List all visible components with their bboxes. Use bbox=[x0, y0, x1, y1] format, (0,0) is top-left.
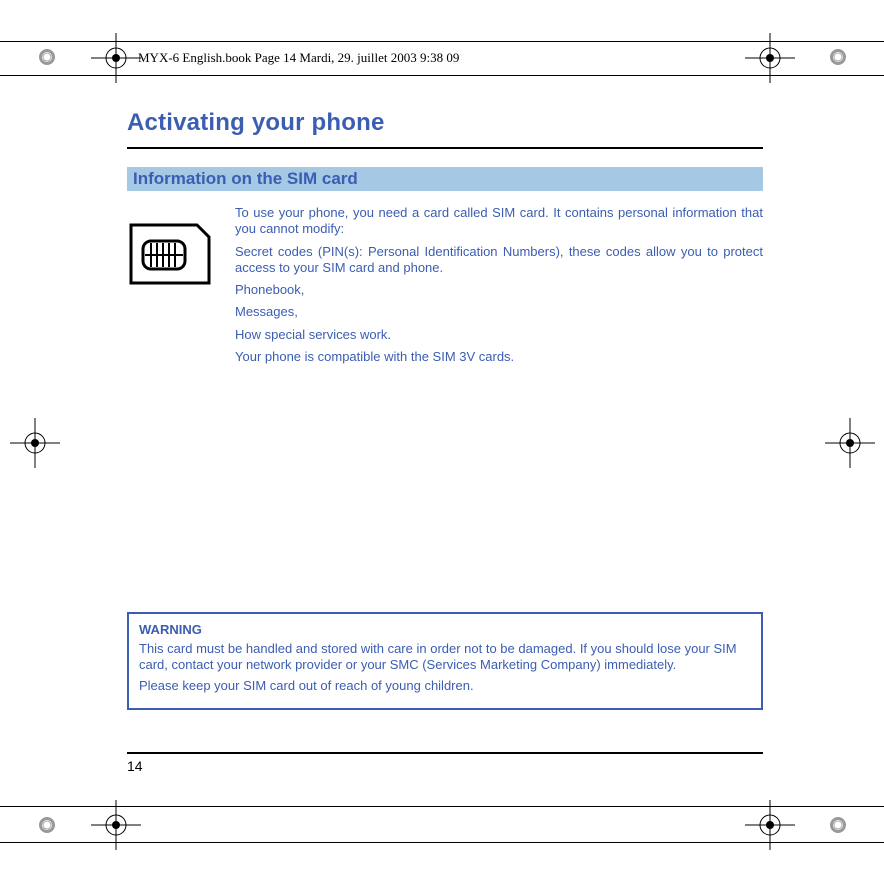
warning-paragraph: This card must be handled and stored wit… bbox=[139, 641, 751, 674]
body-paragraph: Secret codes (PIN(s): Personal Identific… bbox=[235, 244, 763, 277]
warning-box: WARNING This card must be handled and st… bbox=[127, 612, 763, 710]
page-content: Activating your phone Information on the… bbox=[127, 109, 763, 371]
crop-mark-icon bbox=[745, 800, 795, 850]
warning-paragraph: Please keep your SIM card out of reach o… bbox=[139, 678, 751, 694]
bottom-rule bbox=[127, 752, 763, 754]
body-paragraph: To use your phone, you need a card calle… bbox=[235, 205, 763, 238]
registration-ring-icon bbox=[828, 815, 848, 835]
warning-title: WARNING bbox=[139, 622, 751, 637]
body-paragraph: Messages, bbox=[235, 304, 763, 320]
body-paragraph: Your phone is compatible with the SIM 3V… bbox=[235, 349, 763, 365]
body-paragraph: How special services work. bbox=[235, 327, 763, 343]
crop-mark-icon bbox=[10, 418, 60, 468]
page-title: Activating your phone bbox=[127, 109, 763, 137]
crop-mark-icon bbox=[91, 33, 141, 83]
crop-mark-icon bbox=[825, 418, 875, 468]
sim-info-row: To use your phone, you need a card calle… bbox=[127, 205, 763, 371]
section-heading: Information on the SIM card bbox=[127, 167, 763, 191]
body-text: To use your phone, you need a card calle… bbox=[235, 205, 763, 371]
crop-mark-icon bbox=[91, 800, 141, 850]
crop-mark-icon bbox=[745, 33, 795, 83]
registration-ring-icon bbox=[37, 47, 57, 67]
registration-ring-icon bbox=[37, 815, 57, 835]
running-head: MYX-6 English.book Page 14 Mardi, 29. ju… bbox=[138, 50, 459, 66]
page: MYX-6 English.book Page 14 Mardi, 29. ju… bbox=[0, 0, 884, 884]
title-rule bbox=[127, 147, 763, 149]
sim-card-icon bbox=[127, 205, 213, 292]
registration-ring-icon bbox=[828, 47, 848, 67]
page-number: 14 bbox=[127, 758, 143, 774]
body-paragraph: Phonebook, bbox=[235, 282, 763, 298]
